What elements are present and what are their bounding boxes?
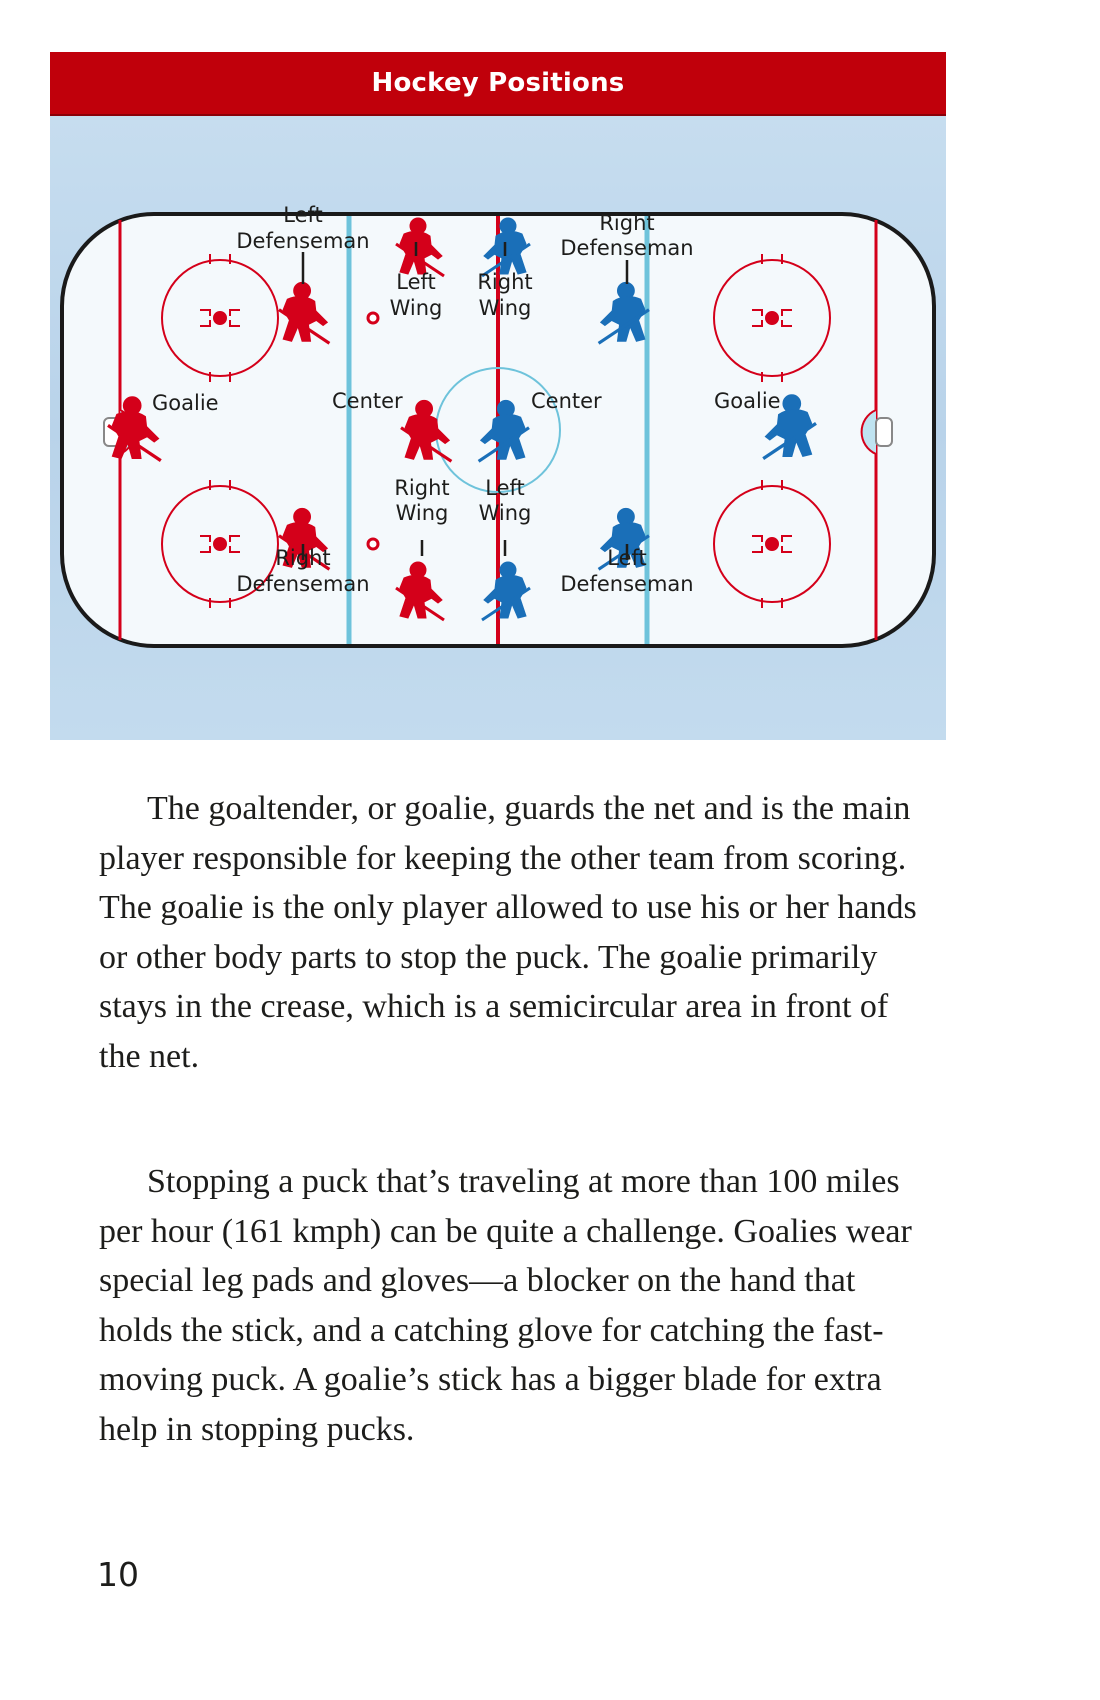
label-blue-right-defenseman-line2: Defenseman (560, 236, 693, 260)
label-red-right-wing-line1: Right (394, 476, 449, 500)
label-red-right-defenseman-line1: Right (275, 546, 330, 570)
page-number: 10 (97, 1555, 139, 1594)
label-red-left-defenseman-line2: Defenseman (236, 229, 369, 253)
label-blue-left-wing-line1: Left (485, 476, 525, 500)
label-left-goalie: Goalie (152, 391, 219, 415)
body-paragraph: The goaltender, or goalie, guards the ne… (99, 790, 917, 1075)
hockey-rink-diagram: Left Defenseman Left Wing Right Wing Rig… (60, 203, 936, 648)
label-right-goalie: Goalie (714, 389, 781, 413)
label-red-left-defenseman-line1: Left (283, 203, 323, 227)
body-paragraph: Stopping a puck that’s traveling at more… (99, 1163, 912, 1448)
figure-title: Hockey Positions (371, 68, 625, 98)
label-right-center: Center (531, 389, 602, 413)
label-red-right-defenseman-line2: Defenseman (236, 572, 369, 596)
label-blue-right-wing-line1: Right (477, 270, 532, 294)
right-net-icon (875, 417, 893, 447)
label-red-left-wing-line1: Left (396, 270, 436, 294)
label-blue-left-defenseman-line2: Defenseman (560, 572, 693, 596)
label-blue-right-wing-line2: Wing (479, 296, 532, 320)
label-left-center: Center (332, 389, 403, 413)
label-blue-right-defenseman-line1: Right (599, 211, 654, 235)
label-blue-left-wing-line2: Wing (479, 501, 532, 525)
label-blue-left-defenseman-line1: Left (607, 546, 647, 570)
label-red-left-wing-line2: Wing (390, 296, 443, 320)
label-red-right-wing-line2: Wing (396, 501, 449, 525)
figure-title-banner: Hockey Positions (50, 52, 946, 114)
